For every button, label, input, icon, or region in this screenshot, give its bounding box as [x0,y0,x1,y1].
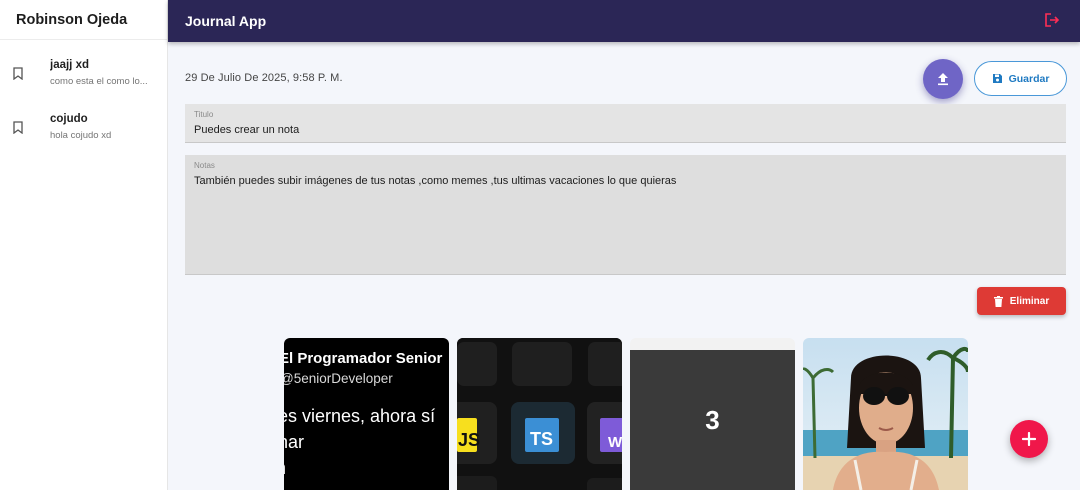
meme-text: es viernes, ahora sí [284,406,436,426]
notes-label: Notas [194,161,215,170]
meme-text: El Programador Senior [284,350,443,367]
note-date: 29 De Julio De 2025, 9:58 P. M. [185,72,343,84]
note-preview: como esta el como lo... [50,76,148,87]
save-label: Guardar [1008,72,1050,85]
add-note-button[interactable] [1010,420,1048,458]
delete-button[interactable]: Eliminar [977,287,1066,315]
title-label: Titulo [194,110,214,119]
ts-badge: TS [530,429,553,449]
notes-field[interactable]: Notas También puedes subir imágenes de t… [185,155,1066,275]
bookmark-icon [13,67,23,80]
upload-icon [938,73,948,86]
js-badge: JS [458,430,480,450]
sidebar: Robinson Ojeda jaajj xd como esta el com… [0,0,168,490]
beach-photo [803,338,968,490]
save-icon [992,74,1002,83]
meme-text: n [284,458,286,479]
trash-icon [993,295,1003,307]
gallery-image[interactable]: 3 [630,338,795,490]
save-button[interactable]: Guardar [974,61,1067,96]
gallery-image[interactable]: El Programador Senior @5eniorDeveloper e… [284,338,449,490]
plus-icon [1022,432,1036,446]
app-title: Journal App [185,13,267,29]
w-badge: W [608,434,622,451]
number-image: 3 [630,350,795,490]
user-name: Robinson Ojeda [0,0,167,40]
logout-icon[interactable] [1044,12,1060,28]
sidebar-note-item[interactable]: jaajj xd como esta el como lo... [0,40,167,94]
meme-text: @5eniorDeveloper [284,371,393,386]
gallery-image[interactable] [803,338,968,490]
gallery-image[interactable]: JS TS W [457,338,622,490]
notes-value: También puedes subir imágenes de tus not… [194,175,677,187]
note-editor: 29 De Julio De 2025, 9:58 P. M. Guardar … [168,42,1080,490]
sidebar-note-item[interactable]: cojudo hola cojudo xd [0,94,167,148]
bookmark-icon [13,121,23,134]
upload-button[interactable] [923,59,963,99]
meme-text: nar [284,432,305,452]
keycaps-image: JS TS W [457,338,622,490]
title-field[interactable]: Titulo Puedes crear un nota [185,104,1066,143]
note-preview: hola cojudo xd [50,130,112,141]
app-bar: Journal App [168,0,1080,42]
note-title: cojudo [50,113,88,125]
note-title: jaajj xd [50,59,89,71]
title-value: Puedes crear un nota [194,124,300,136]
delete-label: Eliminar [1009,295,1050,307]
